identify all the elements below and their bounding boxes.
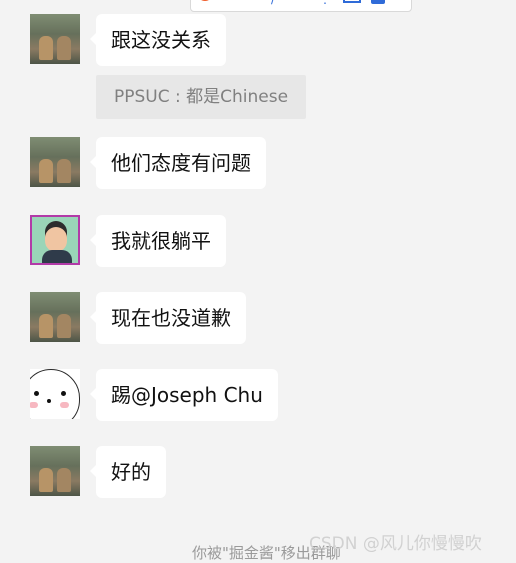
avatar[interactable] [30, 369, 80, 419]
avatar[interactable] [30, 446, 80, 496]
toolbar-icon-d[interactable] [343, 0, 361, 3]
app-logo-icon [197, 0, 213, 1]
message-bubble[interactable]: 好的 [90, 446, 166, 498]
toolbar-icon-a[interactable]: ᐩ [243, 0, 248, 5]
message-bubble[interactable]: 他们态度有问题 [90, 137, 266, 189]
blush-icon [30, 402, 38, 408]
message-bubble[interactable]: 踢@Joseph Chu [90, 369, 278, 421]
message-bubble[interactable]: 我就很躺平 [90, 215, 226, 267]
mouth-icon [47, 399, 51, 403]
toolbar-icon-c[interactable]: ⋮ [319, 0, 331, 5]
watermark: CSDN @风儿你慢慢吹 [309, 534, 482, 554]
avatar[interactable] [30, 137, 80, 187]
message-bubble[interactable]: 跟这没关系 [90, 14, 226, 66]
blush-icon [60, 402, 69, 408]
avatar[interactable] [30, 215, 80, 265]
eye-icon [61, 391, 66, 396]
toolbar-icon-b[interactable]: / [271, 0, 275, 5]
avatar[interactable] [30, 14, 80, 64]
ghost-face-icon [30, 369, 80, 419]
eye-icon [34, 391, 39, 396]
message-bubble[interactable]: 现在也没道歉 [90, 292, 246, 344]
quote-reference[interactable]: PPSUC : 都是Chinese [96, 75, 306, 119]
floating-toolbar: ᐩ / ⋮ [190, 0, 412, 12]
toolbar-icon-e[interactable] [371, 0, 385, 4]
avatar[interactable] [30, 292, 80, 342]
